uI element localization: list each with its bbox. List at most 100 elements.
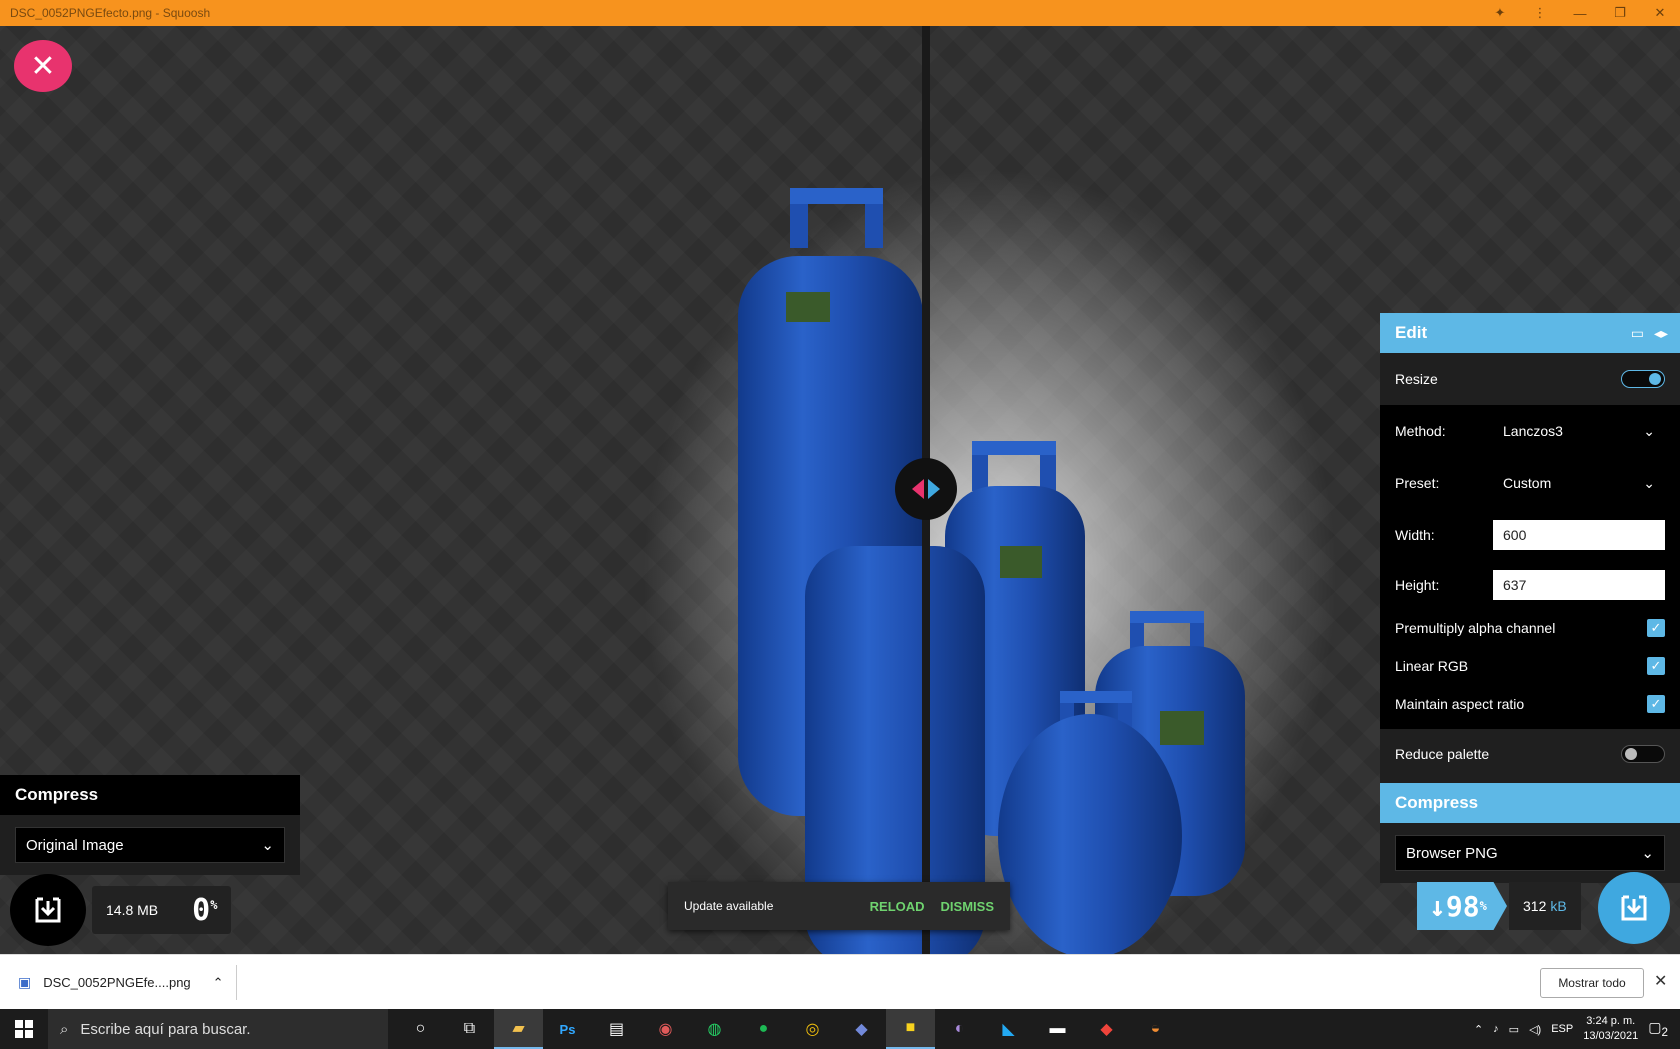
method-label: Method:	[1395, 423, 1446, 439]
close-window-button[interactable]: ✕	[1640, 0, 1680, 26]
vscode-icon[interactable]: ◣	[984, 1009, 1033, 1049]
more-menu-icon[interactable]: ⋮	[1520, 0, 1560, 26]
edit-header: Edit ▭ ◂▸	[1380, 313, 1680, 353]
resize-toggle[interactable]	[1621, 370, 1665, 388]
search-placeholder: Escribe aquí para buscar.	[80, 1020, 251, 1038]
method-select[interactable]: Lanczos3 ⌄	[1493, 414, 1665, 448]
left-percent: 0%	[192, 892, 218, 928]
terminal-icon[interactable]: ▭	[1631, 325, 1644, 342]
aspect-checkbox[interactable]: ✓	[1647, 695, 1665, 713]
premultiply-row: Premultiply alpha channel ✓	[1380, 609, 1680, 647]
right-method-value: Browser PNG	[1406, 844, 1498, 862]
terminal-app-icon[interactable]: ▬	[1033, 1009, 1082, 1049]
edit-panel: Edit ▭ ◂▸ Resize Method: Lanczos3 ⌄ Prese…	[1380, 313, 1680, 883]
clock-time: 3:24 p. m.	[1586, 1015, 1636, 1027]
github-icon[interactable]: ◐	[935, 1009, 984, 1049]
left-compress-panel: Compress Original Image ⌄	[0, 775, 300, 875]
savings-badge: ↓ 98%	[1417, 882, 1507, 930]
left-compress-title: Compress	[0, 775, 300, 815]
taskbar: ⌕ Escribe aquí para buscar. ○ ⧉ ▰ Ps ▤ ◉…	[0, 1009, 1680, 1049]
linear-rgb-row: Linear RGB ✓	[1380, 647, 1680, 685]
search-icon: ⌕	[60, 1020, 69, 1038]
store-icon[interactable]: ▤	[592, 1009, 641, 1049]
downloads-bar: ▣ DSC_0052PNGEfe....png ⌃ Mostrar todo ✕	[0, 954, 1680, 1009]
resize-label: Resize	[1395, 371, 1438, 387]
reduce-palette-row: Reduce palette	[1380, 729, 1680, 779]
arrow-right-icon	[928, 479, 940, 499]
linear-rgb-label: Linear RGB	[1395, 658, 1469, 674]
network-icon[interactable]: ▭	[1509, 1023, 1519, 1036]
taskbar-search[interactable]: ⌕ Escribe aquí para buscar.	[48, 1009, 388, 1049]
linear-rgb-checkbox[interactable]: ✓	[1647, 657, 1665, 675]
height-input[interactable]	[1493, 570, 1665, 600]
download-filename: DSC_0052PNGEfe....png	[43, 975, 191, 990]
photoshop-icon[interactable]: Ps	[543, 1009, 592, 1049]
premultiply-checkbox[interactable]: ✓	[1647, 619, 1665, 637]
right-size: 312	[1523, 898, 1547, 914]
download-compressed-button[interactable]	[1598, 872, 1670, 944]
aspect-row: Maintain aspect ratio ✓	[1380, 685, 1680, 723]
file-icon: ▣	[18, 974, 32, 990]
microphone-icon[interactable]: ♪	[1493, 1023, 1499, 1035]
extensions-icon[interactable]: ✦	[1480, 0, 1520, 26]
whatsapp-icon[interactable]: ◍	[690, 1009, 739, 1049]
chevron-down-icon: ⌄	[1641, 845, 1654, 862]
anydesk-icon[interactable]: ◆	[1082, 1009, 1131, 1049]
chevron-up-icon[interactable]: ⌃	[213, 975, 224, 991]
left-method-select[interactable]: Original Image ⌄	[15, 827, 285, 863]
update-toast: Update available RELOAD DISMISS	[668, 882, 1010, 930]
language-indicator[interactable]: ESP	[1551, 1023, 1573, 1035]
sticky-notes-icon[interactable]: ■	[886, 1009, 935, 1049]
spotify-icon[interactable]: ●	[739, 1009, 788, 1049]
paint-icon[interactable]: ◉	[641, 1009, 690, 1049]
windows-start-icon[interactable]	[0, 1009, 48, 1049]
show-all-button[interactable]: Mostrar todo	[1540, 968, 1644, 998]
height-row: Height:	[1380, 561, 1680, 609]
file-explorer-icon[interactable]: ▰	[494, 1009, 543, 1049]
download-icon	[35, 897, 61, 923]
close-image-button[interactable]: ✕	[14, 40, 72, 92]
downloads-divider	[236, 965, 237, 1000]
right-stats: ↓ 98% 312 kB	[1417, 882, 1581, 930]
edit-title: Edit	[1395, 323, 1428, 342]
close-downloads-icon[interactable]: ✕	[1654, 971, 1667, 991]
chevron-up-icon[interactable]: ⌃	[1474, 1023, 1483, 1036]
dismiss-button[interactable]: DISMISS	[941, 899, 994, 914]
resize-row: Resize	[1380, 353, 1680, 405]
task-view-icon[interactable]: ⧉	[445, 1009, 494, 1049]
reduce-palette-toggle[interactable]	[1621, 745, 1665, 763]
left-size-box: 14.8 MB 0%	[92, 886, 232, 934]
width-input[interactable]	[1493, 520, 1665, 550]
width-row: Width:	[1380, 509, 1680, 561]
copy-settings-icon[interactable]: ◂▸	[1654, 325, 1668, 342]
minimize-button[interactable]: —	[1560, 0, 1600, 26]
chevron-down-icon: ⌄	[261, 837, 274, 854]
right-method-select[interactable]: Browser PNG ⌄	[1395, 835, 1665, 871]
restore-button[interactable]: ❐	[1600, 0, 1640, 26]
toast-message: Update available	[684, 899, 774, 913]
blender-icon[interactable]: ◒	[1131, 1009, 1180, 1049]
reduce-palette-label: Reduce palette	[1395, 746, 1490, 762]
left-method-value: Original Image	[26, 836, 124, 854]
window-title: DSC_0052PNGEfecto.png - Squoosh	[10, 6, 211, 20]
arrow-left-icon	[912, 479, 924, 499]
discord-icon[interactable]: ◆	[837, 1009, 886, 1049]
volume-icon[interactable]: ◁)	[1529, 1023, 1541, 1036]
download-original-button[interactable]	[10, 874, 86, 946]
reload-button[interactable]: RELOAD	[870, 899, 925, 914]
method-row: Method: Lanczos3 ⌄	[1380, 405, 1680, 457]
title-bar: DSC_0052PNGEfecto.png - Squoosh ✦ ⋮ — ❐ …	[0, 0, 1680, 26]
right-size-box: 312 kB	[1509, 882, 1581, 930]
clock[interactable]: 3:24 p. m. 13/03/2021	[1583, 1014, 1638, 1044]
split-handle[interactable]	[895, 458, 957, 520]
notifications-icon[interactable]: ▢2	[1648, 1019, 1668, 1039]
cortana-icon[interactable]: ○	[396, 1009, 445, 1049]
chevron-down-icon: ⌄	[1643, 474, 1655, 491]
clock-date: 13/03/2021	[1583, 1030, 1639, 1042]
right-compress-title: Compress	[1380, 783, 1680, 823]
gas-cylinders-image	[738, 188, 1245, 954]
premultiply-label: Premultiply alpha channel	[1395, 620, 1556, 636]
preset-select[interactable]: Custom ⌄	[1493, 466, 1665, 500]
chrome-icon[interactable]: ◎	[788, 1009, 837, 1049]
download-item[interactable]: ▣ DSC_0052PNGEfe....png ⌃	[18, 955, 224, 1010]
